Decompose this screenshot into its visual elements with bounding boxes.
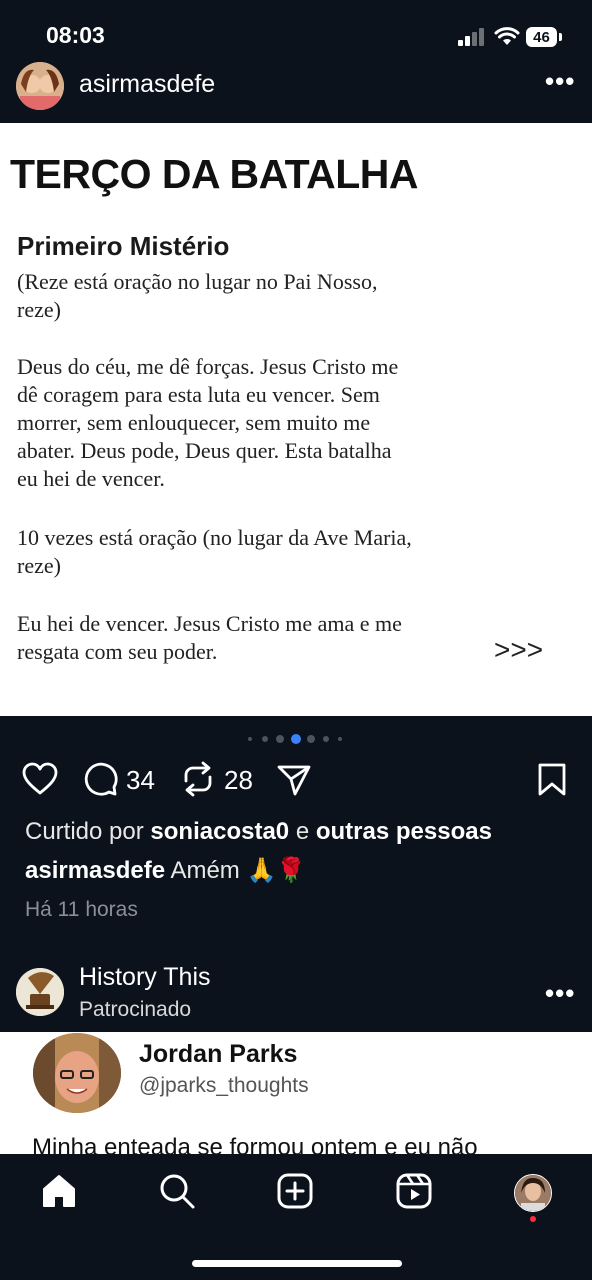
post-author-avatar[interactable] xyxy=(16,62,64,110)
cellular-signal-icon xyxy=(458,28,484,46)
repost-icon[interactable] xyxy=(181,761,215,797)
profile-avatar[interactable] xyxy=(514,1174,552,1212)
save-bookmark-icon[interactable] xyxy=(537,763,567,797)
search-icon[interactable] xyxy=(158,1172,196,1210)
battery-level: 46 xyxy=(533,29,550,46)
home-icon[interactable] xyxy=(40,1172,78,1210)
tweet-author-name: Jordan Parks xyxy=(139,1040,298,1068)
share-send-icon[interactable] xyxy=(276,763,312,797)
post-author-username[interactable]: asirmasdefe xyxy=(79,70,215,99)
liked-and: e xyxy=(295,818,310,845)
sponsor-avatar[interactable] xyxy=(16,968,64,1016)
image-subtitle: Primeiro Mistério xyxy=(17,231,230,261)
notification-dot xyxy=(530,1216,536,1222)
post-timestamp: Há 11 horas xyxy=(25,898,138,921)
image-title: TERÇO DA BATALHA xyxy=(10,151,419,197)
create-post-icon[interactable] xyxy=(276,1172,314,1210)
image-text-line: abater. Deus pode, Deus quer. Esta batal… xyxy=(17,438,392,463)
liked-prefix: Curtido por xyxy=(25,818,144,845)
post-more-options-icon[interactable]: ••• xyxy=(545,66,575,97)
image-text-line: reze) xyxy=(17,553,61,578)
sponsor-more-options-icon[interactable]: ••• xyxy=(545,978,575,1009)
caption-username[interactable]: asirmasdefe xyxy=(25,857,165,884)
home-indicator[interactable] xyxy=(192,1260,402,1267)
image-text-line: dê coragem para esta luta eu vencer. Sem xyxy=(17,382,380,407)
image-text-line: resgata com seu poder. xyxy=(17,639,218,664)
image-text-line: (Reze está oração no lugar no Pai Nosso, xyxy=(17,269,378,294)
image-text-line: Deus do céu, me dê forças. Jesus Cristo … xyxy=(17,354,399,379)
comment-icon[interactable] xyxy=(83,762,119,798)
liked-others-link[interactable]: outras pessoas xyxy=(316,818,492,845)
tweet-author-avatar xyxy=(33,1033,121,1113)
sponsor-name[interactable]: History This xyxy=(79,963,211,992)
tweet-author-handle: @jparks_thoughts xyxy=(139,1074,309,1097)
carousel-indicator xyxy=(246,733,346,745)
image-text-line: 10 vezes está oração (no lugar da Ave Ma… xyxy=(17,525,412,550)
battery-indicator: 46 xyxy=(526,27,562,47)
image-text-line: morrer, sem enlouquecer, sem muito me xyxy=(17,410,371,435)
liked-user-link[interactable]: soniacosta0 xyxy=(150,818,289,845)
caption-text: Amém 🙏🌹 xyxy=(170,857,307,884)
sponsored-label: Patrocinado xyxy=(79,998,192,1021)
reels-icon[interactable] xyxy=(395,1172,433,1210)
image-text-line: Eu hei de vencer. Jesus Cristo me ama e … xyxy=(17,611,402,636)
comments-count[interactable]: 34 xyxy=(126,765,155,796)
liked-by-text[interactable]: Curtido por soniacosta0 e outras pessoas xyxy=(25,818,492,846)
post-caption: asirmasdefe Amém 🙏🌹 xyxy=(25,856,306,885)
reposts-count[interactable]: 28 xyxy=(224,765,253,796)
image-text-line: reze) xyxy=(17,297,61,322)
like-heart-icon[interactable] xyxy=(22,762,58,796)
image-next-arrows: >>> xyxy=(494,634,544,665)
status-time: 08:03 xyxy=(46,22,105,48)
image-text-line: eu hei de vencer. xyxy=(17,466,165,491)
wifi-icon xyxy=(494,27,520,45)
